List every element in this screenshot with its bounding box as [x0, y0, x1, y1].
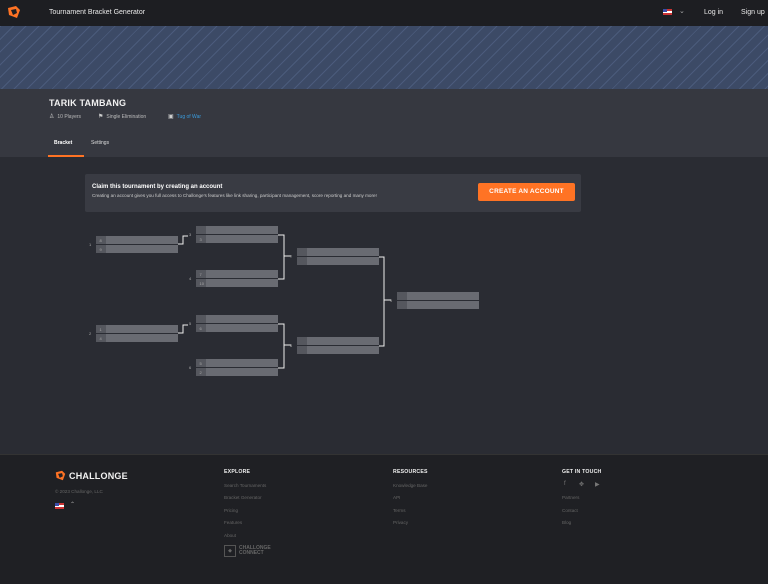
participant-slot[interactable]	[196, 359, 278, 367]
participant-slot[interactable]	[196, 235, 278, 243]
seed-box	[196, 226, 206, 234]
bracket-connector	[178, 235, 188, 245]
us-flag-icon[interactable]	[55, 503, 64, 509]
footer-link-pricing[interactable]: Pricing	[224, 508, 238, 513]
footer-logo[interactable]: CHALLONGE	[55, 470, 128, 481]
match-9[interactable]: 9	[390, 292, 479, 309]
connect-icon: ◆	[224, 545, 236, 557]
seed-box	[297, 346, 307, 354]
youtube-icon[interactable]: ▶	[595, 481, 600, 488]
match-number: 5	[189, 321, 192, 326]
challonge-connect-logo[interactable]: ◆ CHALLONGE CONNECT	[224, 545, 271, 557]
footer-link-about[interactable]: About	[224, 533, 236, 538]
footer-link-contact[interactable]: Contact	[562, 508, 578, 513]
footer-link-blog[interactable]: Blog	[562, 520, 571, 525]
match-1[interactable]: 189	[89, 236, 178, 253]
footer-link-features[interactable]: Features	[224, 520, 242, 525]
footer-contact-heading: GET IN TOUCH	[562, 469, 602, 475]
chevron-up-icon[interactable]: ⌃	[70, 501, 75, 508]
match-6[interactable]: 652	[189, 359, 278, 376]
match-number: 3	[189, 232, 192, 237]
participant-slot[interactable]	[297, 248, 379, 256]
participant-slot[interactable]	[96, 325, 178, 333]
participant-slot[interactable]	[297, 346, 379, 354]
facebook-icon[interactable]: f	[564, 481, 566, 487]
match-5[interactable]: 56	[189, 315, 278, 332]
footer-link-partners[interactable]: Partners	[562, 495, 579, 500]
footer-link-terms[interactable]: Terms	[393, 508, 406, 513]
participant-slot[interactable]	[196, 270, 278, 278]
footer-resources-heading: RESOURCES	[393, 469, 428, 475]
challonge-logo-icon	[55, 470, 66, 481]
seed-box	[397, 292, 407, 300]
participant-slot[interactable]	[297, 257, 379, 265]
match-number: 6	[189, 365, 192, 370]
footer-link-api[interactable]: API	[393, 495, 400, 500]
footer-link-bracket-generator[interactable]: Bracket Generator	[224, 495, 262, 500]
footer-brand: CHALLONGE	[69, 470, 128, 481]
match-number: 1	[89, 242, 92, 247]
participant-slot[interactable]	[297, 337, 379, 345]
connect-line2: CONNECT	[239, 550, 264, 556]
seed-box	[297, 337, 307, 345]
seed-box	[397, 301, 407, 309]
bracket-connector	[178, 324, 188, 334]
participant-slot[interactable]	[196, 226, 278, 234]
participant-slot[interactable]	[196, 324, 278, 332]
footer-link-search-tournaments[interactable]: Search Tournaments	[224, 483, 266, 488]
seed-box	[297, 257, 307, 265]
match-4[interactable]: 4710	[189, 270, 278, 287]
match-2[interactable]: 214	[89, 325, 178, 342]
match-number: 2	[89, 331, 92, 336]
match-7[interactable]: 7	[290, 248, 379, 265]
participant-slot[interactable]	[196, 279, 278, 287]
participant-slot[interactable]	[196, 368, 278, 376]
seed-box	[196, 315, 206, 323]
participant-slot[interactable]	[96, 236, 178, 244]
seed-box	[297, 248, 307, 256]
match-3[interactable]: 33	[189, 226, 278, 243]
footer-link-privacy[interactable]: Privacy	[393, 520, 408, 525]
footer-explore-heading: EXPLORE	[224, 469, 251, 475]
participant-slot[interactable]	[196, 315, 278, 323]
match-number: 4	[189, 276, 192, 281]
participant-slot[interactable]	[397, 292, 479, 300]
twitter-icon[interactable]: ✥	[579, 481, 584, 488]
footer-copyright: © 2023 Challonge, LLC	[55, 489, 103, 494]
participant-slot[interactable]	[397, 301, 479, 309]
participant-slot[interactable]	[96, 245, 178, 253]
match-8[interactable]: 8	[290, 337, 379, 354]
participant-slot[interactable]	[96, 334, 178, 342]
seed-number: 10	[200, 281, 205, 286]
footer-link-knowledge-base[interactable]: Knowledge Base	[393, 483, 427, 488]
